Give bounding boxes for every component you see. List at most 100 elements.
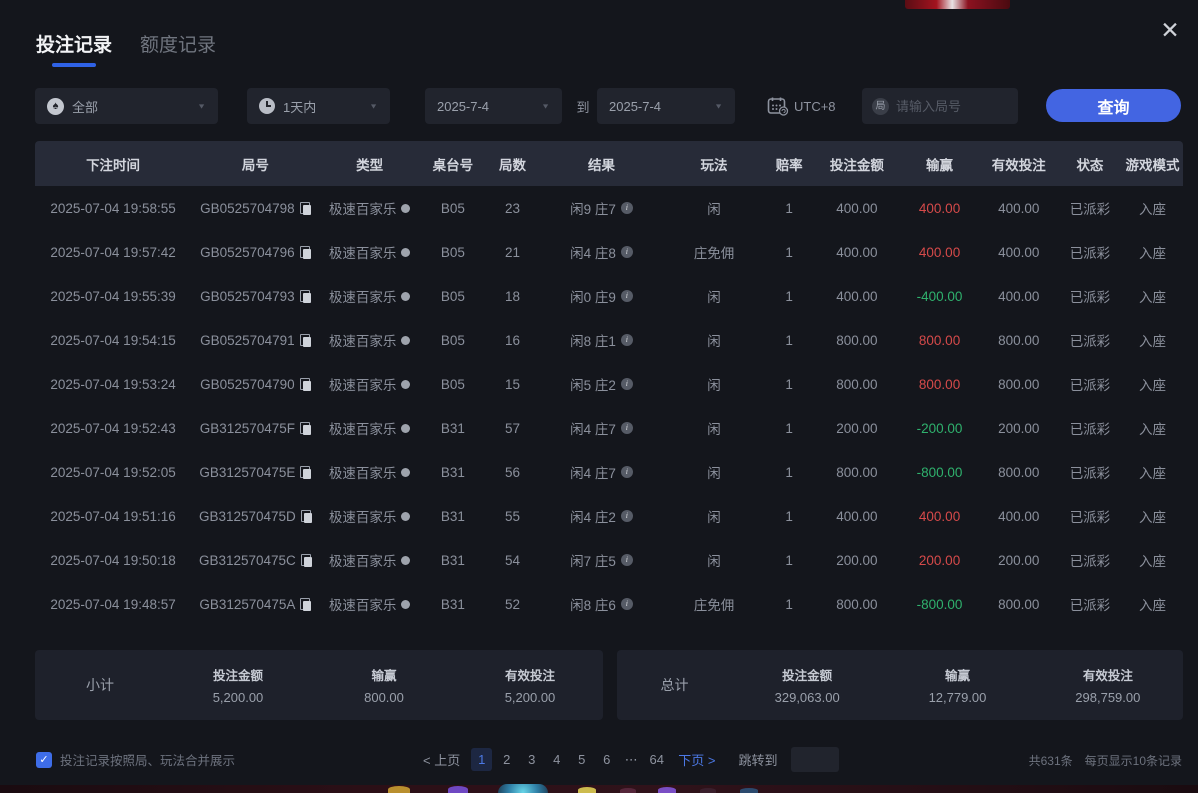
cell-result: 闲8 庄6i bbox=[539, 582, 664, 626]
copy-icon[interactable] bbox=[300, 334, 311, 347]
merge-checkbox[interactable]: ✓ bbox=[36, 752, 52, 768]
tab-betting-records[interactable]: 投注记录 bbox=[36, 30, 112, 67]
info-icon[interactable]: i bbox=[621, 334, 633, 346]
cell-round-no: 23 bbox=[486, 186, 539, 230]
cell-round-id: GB312570475D bbox=[191, 494, 320, 538]
cell-winloss: 400.00 bbox=[899, 494, 979, 538]
cell-winloss: -800.00 bbox=[899, 582, 979, 626]
info-icon[interactable]: i bbox=[621, 554, 633, 566]
game-type-dot-icon bbox=[401, 380, 410, 389]
table-row: 2025-07-04 19:51:16 GB312570475D 极速百家乐 B… bbox=[35, 494, 1183, 538]
cell-odds: 1 bbox=[764, 538, 815, 582]
cell-play: 闲 bbox=[664, 274, 764, 318]
info-icon[interactable]: i bbox=[621, 598, 633, 610]
cell-bet-time: 2025-07-04 19:57:42 bbox=[35, 230, 191, 274]
prev-page-button[interactable]: < 上页 bbox=[420, 750, 463, 769]
copy-icon[interactable] bbox=[300, 466, 311, 479]
merge-checkbox-label: 投注记录按照局、玩法合并展示 bbox=[60, 750, 235, 769]
info-icon[interactable]: i bbox=[621, 510, 633, 522]
cell-valid-bet: 800.00 bbox=[980, 362, 1058, 406]
table-row: 2025-07-04 19:48:57 GB312570475A 极速百家乐 B… bbox=[35, 582, 1183, 626]
copy-icon[interactable] bbox=[300, 598, 311, 611]
column-header: 有效投注 bbox=[980, 141, 1058, 186]
cell-odds: 1 bbox=[764, 186, 815, 230]
date-from-picker[interactable]: 2025-7-4 ▼ bbox=[425, 88, 562, 124]
round-badge-icon: 局 bbox=[872, 98, 889, 115]
column-header: 类型 bbox=[320, 141, 420, 186]
pagination-page-button[interactable]: 64 bbox=[646, 748, 667, 771]
cell-status: 已派彩 bbox=[1058, 406, 1122, 450]
cell-bet-time: 2025-07-04 19:48:57 bbox=[35, 582, 191, 626]
query-button[interactable]: 查询 bbox=[1046, 89, 1181, 122]
info-icon[interactable]: i bbox=[621, 290, 633, 302]
pagination-page-button[interactable]: ⋯ bbox=[621, 748, 642, 771]
copy-icon[interactable] bbox=[300, 422, 311, 435]
info-icon[interactable]: i bbox=[621, 378, 633, 390]
cell-round-id: GB0525704791 bbox=[191, 318, 320, 362]
chevron-down-icon: ▼ bbox=[714, 102, 723, 110]
pagination-page-button[interactable]: 4 bbox=[546, 748, 567, 771]
date-to-picker[interactable]: 2025-7-4 ▼ bbox=[597, 88, 735, 124]
cell-bet-time: 2025-07-04 19:52:43 bbox=[35, 406, 191, 450]
cell-result: 闲4 庄7i bbox=[539, 450, 664, 494]
jump-page-input[interactable] bbox=[791, 747, 839, 772]
info-icon[interactable]: i bbox=[621, 466, 633, 478]
cell-game-mode: 入座 bbox=[1122, 318, 1183, 362]
column-header: 输赢 bbox=[899, 141, 979, 186]
pagination: < 上页 123456⋯64 下页 > 跳转到 bbox=[420, 747, 839, 772]
copy-icon[interactable] bbox=[300, 246, 311, 259]
cell-table-no: B31 bbox=[420, 450, 487, 494]
pagination-page-button[interactable]: 3 bbox=[521, 748, 542, 771]
pagination-page-button[interactable]: 6 bbox=[596, 748, 617, 771]
cell-bet-time: 2025-07-04 19:51:16 bbox=[35, 494, 191, 538]
tab-quota-records[interactable]: 额度记录 bbox=[140, 30, 216, 67]
next-page-button[interactable]: 下页 > bbox=[675, 750, 718, 769]
cell-result: 闲5 庄2i bbox=[539, 362, 664, 406]
cell-table-no: B05 bbox=[420, 186, 487, 230]
round-search-box: 局 bbox=[862, 88, 1018, 124]
cell-bet-time: 2025-07-04 19:53:24 bbox=[35, 362, 191, 406]
time-range-dropdown[interactable]: 1天内 ▼ bbox=[247, 88, 390, 124]
total-valid-value: 298,759.00 bbox=[1033, 690, 1183, 705]
info-icon[interactable]: i bbox=[621, 246, 633, 258]
copy-icon[interactable] bbox=[301, 510, 312, 523]
spade-icon: ♠ bbox=[47, 98, 64, 115]
game-type-dropdown[interactable]: ♠ 全部 ▼ bbox=[35, 88, 218, 124]
column-header: 状态 bbox=[1058, 141, 1122, 186]
cell-bet-amount: 800.00 bbox=[814, 582, 899, 626]
copy-icon[interactable] bbox=[300, 202, 311, 215]
cell-table-no: B05 bbox=[420, 362, 487, 406]
close-icon[interactable]: ✕ bbox=[1156, 16, 1184, 44]
record-counts: 共631条 每页显示10条记录 bbox=[1029, 752, 1182, 769]
table-row: 2025-07-04 19:50:18 GB312570475C 极速百家乐 B… bbox=[35, 538, 1183, 582]
copy-icon[interactable] bbox=[300, 378, 311, 391]
pagination-page-button[interactable]: 5 bbox=[571, 748, 592, 771]
total-panel: 总计 投注金额329,063.00 输赢12,779.00 有效投注298,75… bbox=[617, 650, 1183, 720]
copy-icon[interactable] bbox=[301, 554, 312, 567]
column-header: 投注金额 bbox=[814, 141, 899, 186]
cell-winloss: 200.00 bbox=[899, 538, 979, 582]
cell-odds: 1 bbox=[764, 494, 815, 538]
cell-result: 闲7 庄5i bbox=[539, 538, 664, 582]
game-type-value: 全部 bbox=[72, 97, 98, 116]
column-header: 游戏模式 bbox=[1122, 141, 1183, 186]
info-icon[interactable]: i bbox=[621, 202, 633, 214]
cell-round-id: GB312570475A bbox=[191, 582, 320, 626]
chip-icon bbox=[578, 787, 596, 793]
cell-bet-amount: 400.00 bbox=[814, 230, 899, 274]
cell-winloss: -400.00 bbox=[899, 274, 979, 318]
merge-option: ✓ 投注记录按照局、玩法合并展示 bbox=[36, 750, 235, 769]
copy-icon[interactable] bbox=[300, 290, 311, 303]
game-type-dot-icon bbox=[401, 468, 410, 477]
cell-round-id: GB0525704796 bbox=[191, 230, 320, 274]
cell-round-id: GB312570475C bbox=[191, 538, 320, 582]
chip-icon bbox=[498, 784, 548, 793]
cell-play: 闲 bbox=[664, 450, 764, 494]
pagination-page-button[interactable]: 1 bbox=[471, 748, 492, 771]
cell-bet-time: 2025-07-04 19:50:18 bbox=[35, 538, 191, 582]
cell-play: 庄免佣 bbox=[664, 230, 764, 274]
pagination-page-button[interactable]: 2 bbox=[496, 748, 517, 771]
info-icon[interactable]: i bbox=[621, 422, 633, 434]
round-search-input[interactable] bbox=[896, 99, 1006, 114]
cell-table-no: B31 bbox=[420, 582, 487, 626]
